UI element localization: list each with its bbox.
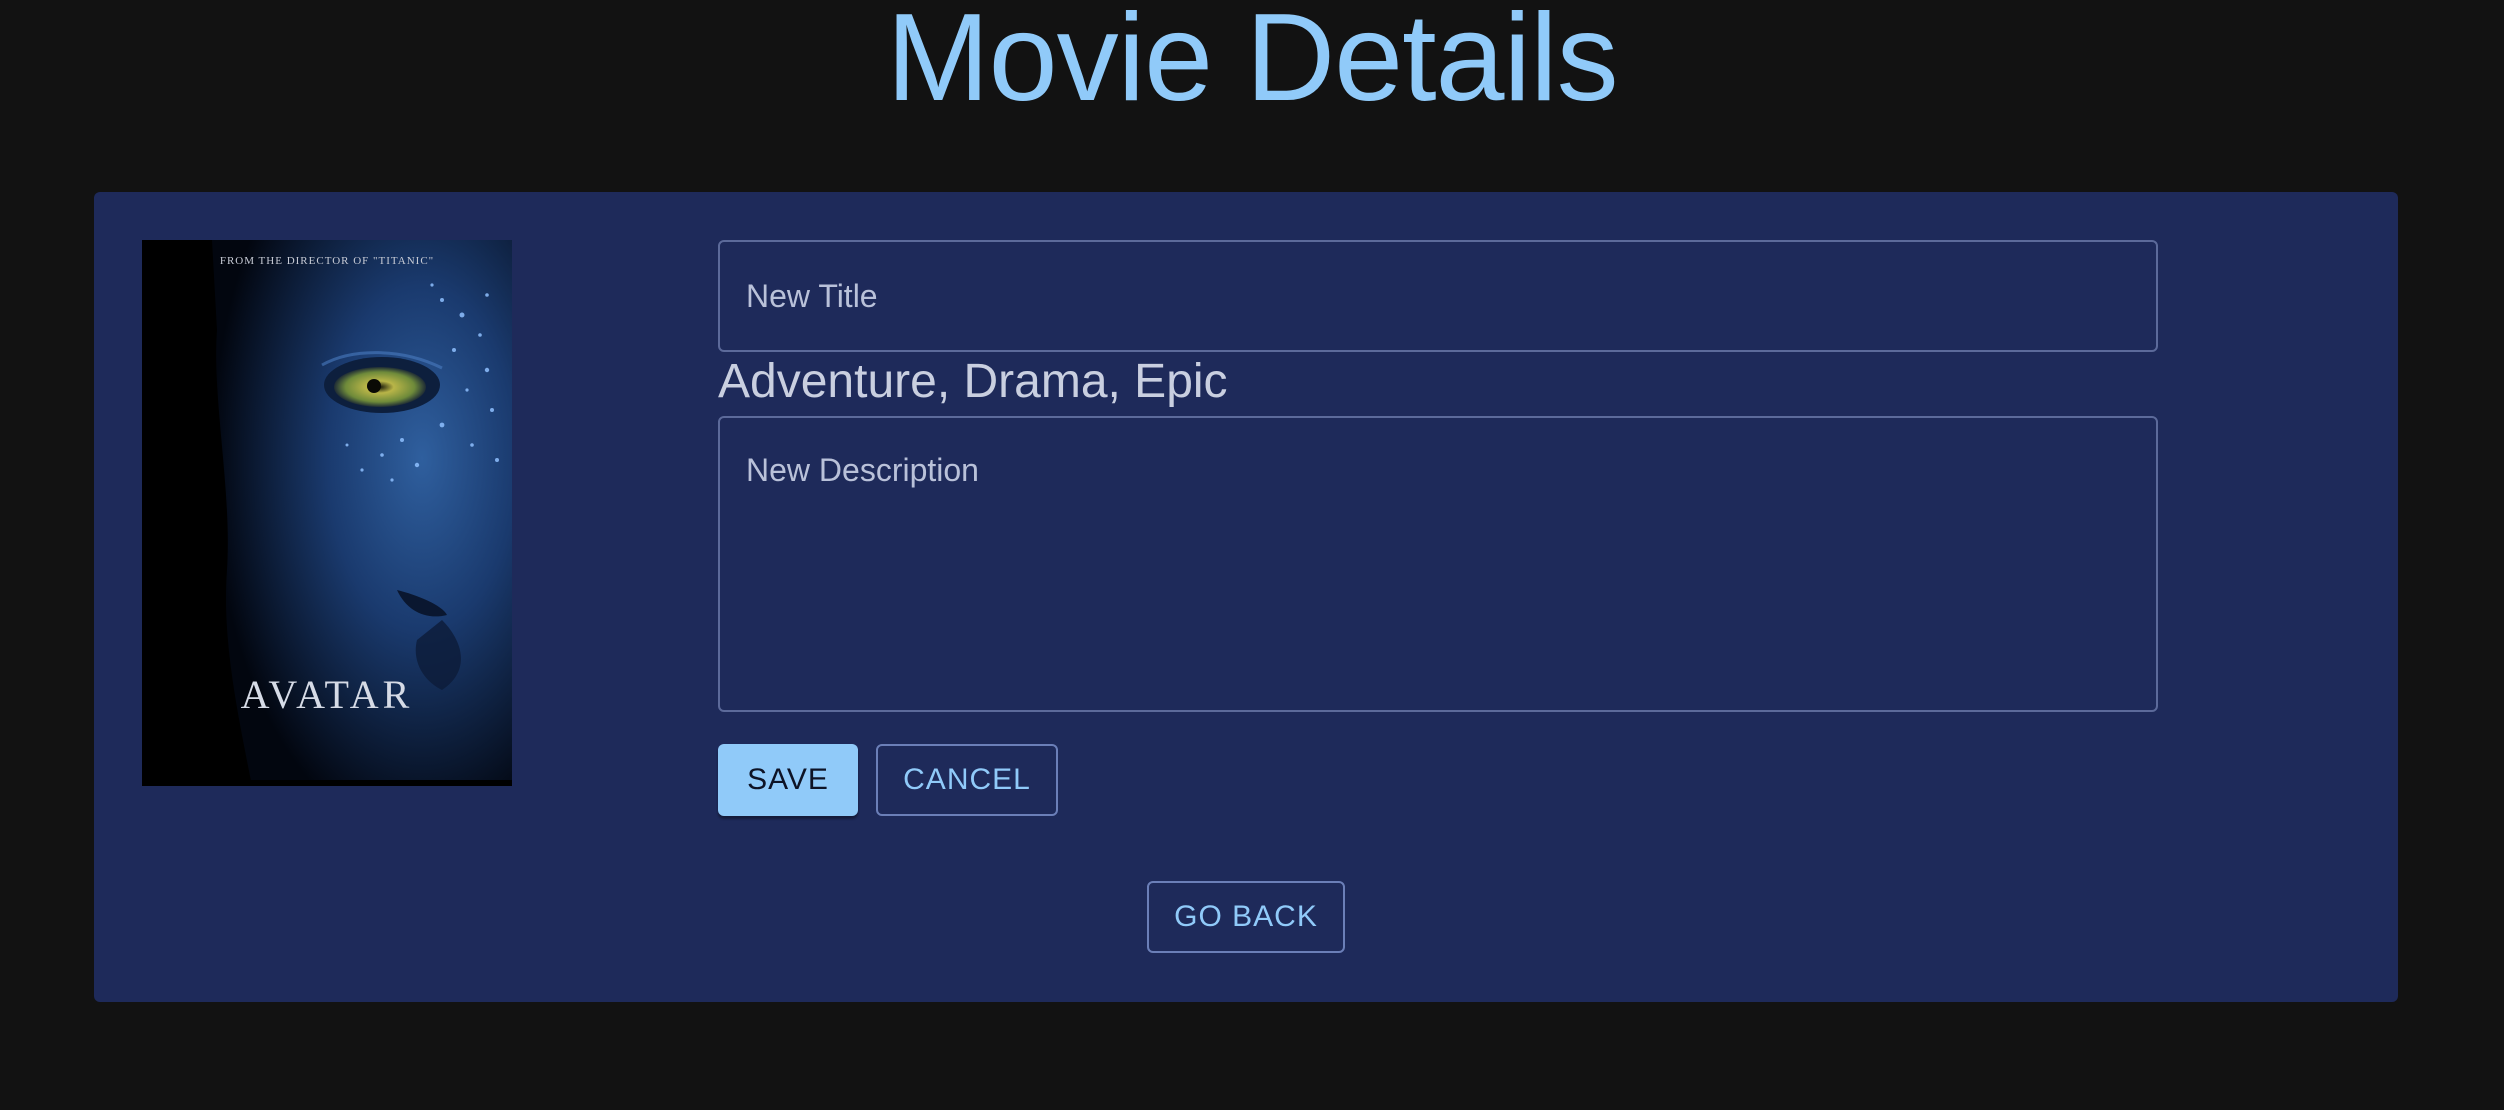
movie-details-card: FROM THE DIRECTOR OF "TITANIC" AVATAR Ad… [94,192,2398,1002]
movie-poster: FROM THE DIRECTOR OF "TITANIC" AVATAR [142,240,512,786]
cancel-button[interactable]: CANCEL [876,744,1058,816]
description-field [718,416,2158,712]
save-button[interactable]: SAVE [718,744,858,816]
title-input[interactable] [720,242,2156,350]
poster-title: AVATAR [241,672,414,717]
genres-text: Adventure, Drama, Epic [718,355,1228,408]
poster-tagline: FROM THE DIRECTOR OF "TITANIC" [220,255,434,267]
go-back-button[interactable]: GO BACK [1147,881,1345,953]
page-title: Movie Details [886,0,1618,127]
description-input[interactable] [720,418,2156,710]
title-field [718,240,2158,352]
